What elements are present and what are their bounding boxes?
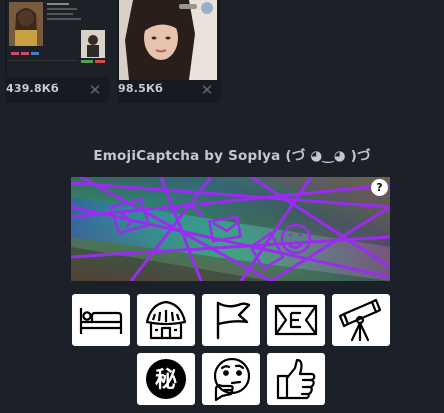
captcha-choice-thinking[interactable]	[202, 353, 260, 405]
attachment-size: 439.8Кб	[6, 82, 59, 95]
envelope-icon	[274, 304, 318, 336]
captcha-title: EmojiCaptcha by Soplya (づ ◕‿◕ )づ	[93, 148, 371, 164]
captcha-choice-secret[interactable]: 秘	[137, 353, 195, 405]
captcha-choice-telescope[interactable]	[332, 294, 390, 346]
attachment-2: 98.5Кб ✕	[117, 0, 221, 103]
captcha-choice-hut[interactable]	[137, 294, 195, 346]
captcha-choice-bed[interactable]	[72, 294, 130, 346]
attachment-size: 98.5Кб	[118, 82, 164, 95]
hut-icon	[145, 300, 187, 340]
captcha-help-button[interactable]: ?	[371, 179, 388, 196]
captcha-choice-envelope[interactable]	[267, 294, 325, 346]
secret-icon: 秘	[146, 359, 186, 399]
thinking-face-icon	[213, 357, 251, 402]
flag-icon	[216, 301, 251, 340]
captcha-choice-flag[interactable]	[202, 294, 260, 346]
captcha-image: ?	[71, 177, 390, 281]
secret-glyph: 秘	[155, 367, 177, 393]
bed-icon	[79, 308, 123, 334]
remove-attachment-button[interactable]: ✕	[200, 83, 214, 98]
captcha-choice-thumbs-up[interactable]	[267, 353, 325, 405]
screenshot-thumbnail[interactable]	[7, 0, 109, 77]
photo-thumbnail[interactable]	[119, 0, 217, 80]
thumbs-up-icon	[276, 358, 316, 400]
page: 439.8Кб ✕ 98.5Кб ✕ EmojiCaptcha by Soply…	[0, 0, 444, 413]
telescope-icon	[338, 298, 382, 342]
remove-attachment-button[interactable]: ✕	[88, 83, 102, 98]
attachment-1: 439.8Кб ✕	[5, 0, 109, 103]
